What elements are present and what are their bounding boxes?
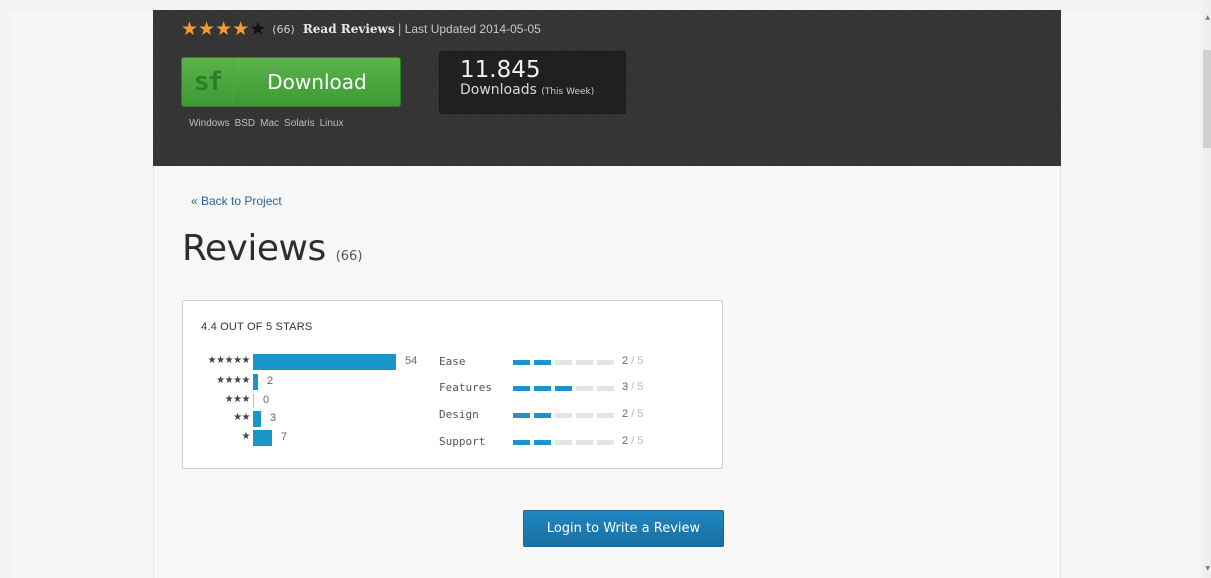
category-score-segment [576, 413, 593, 418]
category-score-max-value: 5 [637, 381, 644, 393]
category-label-features: Features [439, 381, 492, 394]
category-score-max-value: 5 [637, 355, 644, 367]
category-score-segment [597, 360, 614, 365]
sourceforge-logo-icon: sf [182, 58, 234, 106]
rating-row: ★ ★ ★ ★ ★ (66) Read Reviews | Last Updat… [181, 18, 541, 40]
category-score-segment [576, 440, 593, 445]
downloads-label: Downloads [460, 82, 537, 98]
scroll-thumb[interactable] [1203, 50, 1211, 148]
downloads-label-row: Downloads (This Week) [460, 82, 625, 101]
distribution-count: 0 [263, 394, 270, 406]
login-to-write-review-button[interactable]: Login to Write a Review [523, 510, 724, 547]
category-score-segment [534, 413, 551, 418]
page-title: Reviews (66) [182, 228, 362, 269]
category-score-max: / [628, 355, 638, 367]
platform-windows: Windows [189, 118, 230, 129]
category-score-max: / [628, 408, 638, 420]
star-empty-icon: ★ [249, 18, 267, 40]
category-score: 2 / 5 [622, 355, 643, 367]
platform-solaris: Solaris [284, 118, 315, 129]
category-score-segment [534, 386, 551, 391]
download-label: Download [267, 70, 367, 94]
distribution-bar[interactable] [253, 354, 396, 370]
back-to-project-link[interactable]: « Back to Project [191, 194, 282, 208]
distribution-stars-icon: ★★★★ [216, 375, 250, 386]
distribution-count: 2 [267, 375, 274, 387]
category-label-ease: Ease [439, 355, 466, 368]
rating-summary-box: 4.4 OUT OF 5 STARS ★★★★★ 54 ★★★★ 2 ★★★ 0 ★★ 3 ★ 7… [182, 300, 723, 469]
vertical-scrollbar[interactable]: ▲ ▼ [1203, 0, 1211, 578]
read-reviews-link[interactable]: Read Reviews [303, 22, 395, 36]
category-score-segment [597, 440, 614, 445]
platform-bsd: BSD [234, 118, 256, 129]
category-score: 2 / 5 [622, 435, 643, 447]
distribution-stars-icon: ★ [241, 431, 251, 442]
category-score-segment [576, 360, 593, 365]
category-score-segment [555, 413, 572, 418]
star-filled-icon: ★ [232, 18, 250, 40]
weekly-downloads-box: 11.845 Downloads (This Week) [439, 51, 626, 114]
platform-linux: Linux [319, 118, 344, 129]
category-score-segment [513, 360, 530, 365]
distribution-bar[interactable] [253, 411, 261, 427]
category-score: 3 / 5 [622, 381, 643, 393]
category-label-design: Design [439, 408, 479, 421]
distribution-count: 7 [281, 431, 288, 443]
separator: | [397, 22, 402, 36]
platform-list: Windows BSD Mac Solaris Linux [189, 118, 344, 129]
distribution-stars-icon: ★★★★★ [207, 355, 251, 366]
distribution-stars-icon: ★★★ [224, 394, 251, 405]
downloads-count: 11.845 [460, 57, 541, 83]
category-score-segment [513, 440, 530, 445]
reviews-content: « Back to Project Reviews (66) 4.4 OUT O… [153, 166, 1061, 578]
category-score-max-value: 5 [637, 435, 644, 447]
distribution-bar[interactable] [253, 430, 272, 446]
project-header: ★ ★ ★ ★ ★ (66) Read Reviews | Last Updat… [153, 10, 1061, 166]
category-score-segment [597, 386, 614, 391]
rating-count: (66) [272, 22, 295, 36]
category-score-max: / [628, 435, 638, 447]
downloads-period: (This Week) [541, 87, 595, 97]
star-filled-icon: ★ [198, 18, 216, 40]
category-score-segment [555, 386, 572, 391]
category-score-segment [513, 386, 530, 391]
download-button[interactable]: sf Download [181, 57, 401, 107]
category-score: 2 / 5 [622, 408, 643, 420]
category-score-segment [597, 413, 614, 418]
last-updated: Last Updated 2014-05-05 [404, 22, 541, 36]
platform-mac: Mac [260, 118, 280, 129]
distribution-count: 54 [405, 355, 418, 367]
star-filled-icon: ★ [215, 18, 233, 40]
summary-heading: 4.4 OUT OF 5 STARS [201, 321, 313, 333]
reviews-heading: Reviews [182, 228, 326, 269]
reviews-count: (66) [335, 249, 363, 264]
category-score-segment [534, 360, 551, 365]
distribution-stars-icon: ★★ [233, 412, 250, 423]
category-score-segment [576, 386, 593, 391]
distribution-count: 3 [270, 412, 277, 424]
distribution-bar-empty [253, 394, 254, 408]
category-score-segment [555, 360, 572, 365]
category-label-support: Support [439, 435, 486, 448]
category-score-segment [555, 440, 572, 445]
category-score-max: / [628, 381, 638, 393]
scroll-down-icon[interactable]: ▼ [1205, 565, 1210, 572]
category-score-max-value: 5 [637, 408, 644, 420]
scroll-up-icon[interactable]: ▲ [1205, 14, 1210, 21]
category-score-segment [534, 440, 551, 445]
distribution-bar[interactable] [253, 374, 258, 390]
category-score-segment [513, 413, 530, 418]
star-filled-icon: ★ [181, 18, 199, 40]
